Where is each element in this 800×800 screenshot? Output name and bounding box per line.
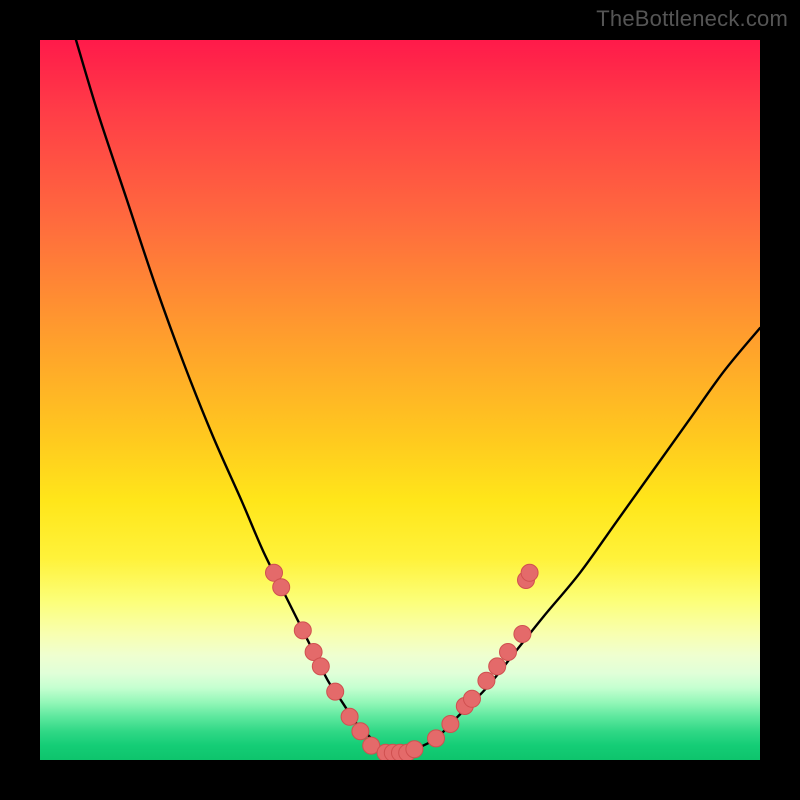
data-markers: [266, 564, 539, 760]
chart-svg: [40, 40, 760, 760]
bottleneck-curve: [76, 40, 760, 753]
chart-frame: TheBottleneck.com: [0, 0, 800, 800]
plot-area: [40, 40, 760, 760]
data-marker: [406, 741, 423, 758]
data-marker: [489, 658, 506, 675]
data-marker: [464, 690, 481, 707]
watermark-text: TheBottleneck.com: [596, 6, 788, 32]
data-marker: [294, 622, 311, 639]
data-marker: [312, 658, 329, 675]
data-marker: [273, 579, 290, 596]
data-marker: [327, 683, 344, 700]
data-marker: [478, 672, 495, 689]
data-marker: [521, 564, 538, 581]
data-marker: [442, 716, 459, 733]
data-marker: [352, 723, 369, 740]
data-marker: [514, 626, 531, 643]
data-marker: [500, 644, 517, 661]
data-marker: [341, 708, 358, 725]
data-marker: [428, 730, 445, 747]
